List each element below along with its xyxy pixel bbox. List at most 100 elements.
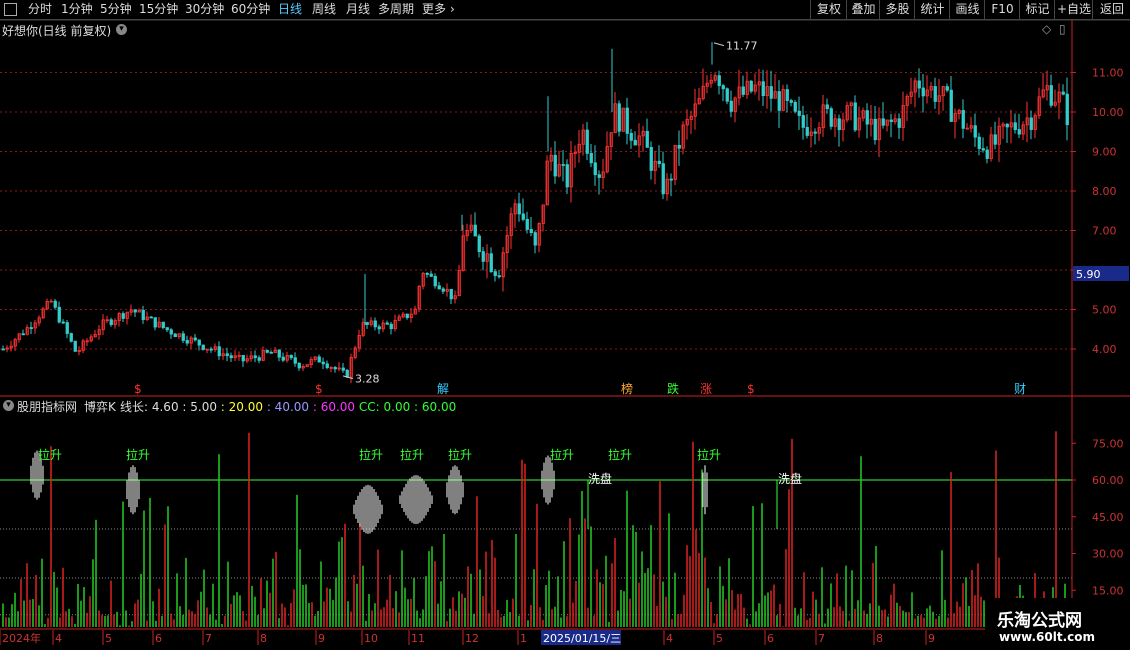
candle-body xyxy=(489,253,493,272)
signal-label: 拉升 xyxy=(697,447,721,462)
price-candles[interactable] xyxy=(1,42,1069,384)
event-mark: 解 xyxy=(437,382,449,396)
price-tick-label: 8.00 xyxy=(1092,185,1117,198)
candle-body xyxy=(717,75,721,87)
candle-body xyxy=(921,87,925,97)
candle-body xyxy=(1013,122,1017,130)
candle-body xyxy=(1017,129,1021,135)
diamond-icon[interactable]: ◇ xyxy=(1042,22,1051,36)
candle-body xyxy=(813,131,817,134)
candle-body xyxy=(365,322,369,325)
candle-body xyxy=(269,351,273,354)
candle-body xyxy=(473,224,477,237)
candle-body xyxy=(853,102,857,131)
candle-body xyxy=(881,118,885,126)
candle-body xyxy=(889,119,893,123)
candle-body xyxy=(793,101,797,112)
candle-body xyxy=(333,367,337,370)
candle-body xyxy=(425,272,429,275)
candle-body xyxy=(933,86,937,102)
x-axis-label: 11 xyxy=(411,632,425,645)
candle-body xyxy=(677,144,681,149)
maximize-icon[interactable]: ▯ xyxy=(1059,22,1066,36)
chevron-down-icon[interactable]: ▾ xyxy=(116,24,127,35)
candle-body xyxy=(917,80,921,89)
candle-body xyxy=(433,275,437,287)
candle-body xyxy=(805,127,809,136)
candle-body xyxy=(525,218,529,230)
x-axis-label: 8 xyxy=(876,632,883,645)
candle-body xyxy=(649,146,653,171)
low-price-label: 3.28 xyxy=(355,373,380,386)
candle-body xyxy=(1061,91,1065,95)
stock-chart[interactable]: 11.0010.009.008.007.006.005.004.005.9011… xyxy=(0,0,1130,650)
candle-body xyxy=(281,356,285,361)
indicator-param: : 5.00 xyxy=(182,400,221,414)
signal-label: 拉升 xyxy=(550,447,574,462)
candle-body xyxy=(373,320,377,328)
candle-body xyxy=(265,350,269,353)
candle-body xyxy=(437,285,441,290)
watermark-url: www.60lt.com xyxy=(999,630,1096,644)
candle-body xyxy=(797,110,801,116)
candle-body xyxy=(521,213,525,220)
candle-body xyxy=(865,110,869,125)
candle-body xyxy=(589,152,593,164)
signal-label: 拉升 xyxy=(126,447,150,462)
candle-body xyxy=(341,367,345,371)
indicator-param: 线长: 4.60 xyxy=(120,400,183,414)
candle-body xyxy=(789,100,793,103)
candle-body xyxy=(181,333,185,341)
candle-body xyxy=(645,130,649,148)
candle-body xyxy=(61,321,65,324)
candle-body xyxy=(961,110,965,129)
signal-label: 洗盘 xyxy=(778,471,802,486)
candle-body xyxy=(385,322,389,325)
x-axis-label: 8 xyxy=(260,632,267,645)
current-price-label: 5.90 xyxy=(1076,268,1101,281)
wash-bracket xyxy=(587,479,600,529)
candle-body xyxy=(201,344,205,350)
candle-body xyxy=(973,125,977,138)
candle-body xyxy=(777,91,781,111)
candle-body xyxy=(169,329,173,335)
x-axis-label: 6 xyxy=(155,632,162,645)
price-tick-label: 5.00 xyxy=(1092,304,1117,317)
x-axis-label: 12 xyxy=(465,632,479,645)
candle-body xyxy=(565,164,569,188)
x-axis-label: 7 xyxy=(818,632,825,645)
candle-body xyxy=(585,129,589,154)
x-axis-label: 5 xyxy=(716,632,723,645)
chevron-down-icon[interactable]: ▾ xyxy=(3,400,14,411)
candle-body xyxy=(873,118,877,141)
x-axis-label: 5 xyxy=(105,632,112,645)
candle-body xyxy=(377,326,381,330)
candle-body xyxy=(229,355,233,359)
event-mark: 榜 xyxy=(621,381,633,396)
price-tick-label: 4.00 xyxy=(1092,343,1117,356)
candle-body xyxy=(785,89,789,101)
candle-body xyxy=(449,288,453,300)
candle-body xyxy=(657,160,661,165)
candle-body xyxy=(217,346,221,357)
x-axis-label: 2024年 xyxy=(2,631,41,645)
candle-body xyxy=(553,154,557,177)
indicator-param: : 60.00 xyxy=(312,400,359,414)
candle-body xyxy=(153,317,157,328)
candle-body xyxy=(389,323,393,330)
candle-body xyxy=(481,251,485,262)
indicator-params: 线长: 4.60 : 5.00 : 20.00 : 40.00 : 60.00 … xyxy=(120,398,456,415)
candle-body xyxy=(65,322,69,334)
candle-body xyxy=(69,333,73,342)
candle-body xyxy=(197,339,201,346)
candle-body xyxy=(493,271,497,277)
indicator-param: : 40.00 xyxy=(266,400,313,414)
candle-body xyxy=(597,174,601,178)
candle-body xyxy=(297,362,301,369)
main-pane-title: 好想你(日线 前复权) xyxy=(2,24,112,38)
wash-bracket xyxy=(776,479,790,529)
watermark-title: 乐淘公式网 xyxy=(997,611,1082,631)
signal-label: 拉升 xyxy=(448,447,472,462)
price-tick-label: 9.00 xyxy=(1092,146,1117,159)
candle-body xyxy=(257,357,261,361)
